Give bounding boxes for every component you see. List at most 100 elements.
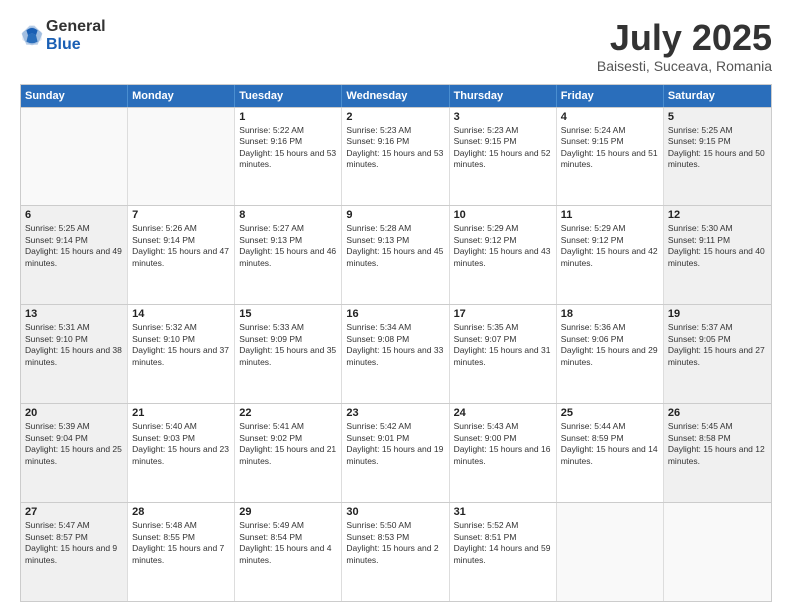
table-row: 4 Sunrise: 5:24 AM Sunset: 9:15 PM Daylig… (557, 108, 664, 206)
table-row: 28 Sunrise: 5:48 AM Sunset: 8:55 PM Dayli… (128, 503, 235, 601)
day-number: 16 (346, 308, 444, 320)
header-day-monday: Monday (128, 85, 235, 107)
table-row: 18 Sunrise: 5:36 AM Sunset: 9:06 PM Dayli… (557, 305, 664, 403)
day-number: 27 (25, 506, 123, 518)
calendar-week-1: 1 Sunrise: 5:22 AM Sunset: 9:16 PM Daylig… (21, 107, 771, 206)
cell-sun-info: Sunrise: 5:31 AM Sunset: 9:10 PM Dayligh… (25, 322, 123, 368)
cell-sun-info: Sunrise: 5:52 AM Sunset: 8:51 PM Dayligh… (454, 520, 552, 566)
cell-sun-info: Sunrise: 5:29 AM Sunset: 9:12 PM Dayligh… (561, 223, 659, 269)
cell-sun-info: Sunrise: 5:42 AM Sunset: 9:01 PM Dayligh… (346, 421, 444, 467)
table-row: 22 Sunrise: 5:41 AM Sunset: 9:02 PM Dayli… (235, 404, 342, 502)
logo-general: General (46, 18, 106, 36)
table-row: 31 Sunrise: 5:52 AM Sunset: 8:51 PM Dayli… (450, 503, 557, 601)
table-row (21, 108, 128, 206)
cell-sun-info: Sunrise: 5:48 AM Sunset: 8:55 PM Dayligh… (132, 520, 230, 566)
table-row: 26 Sunrise: 5:45 AM Sunset: 8:58 PM Dayli… (664, 404, 771, 502)
calendar-week-5: 27Sunrise: 5:47 AM Sunset: 8:57 PM Dayli… (21, 502, 771, 601)
table-row: 16Sunrise: 5:34 AM Sunset: 9:08 PM Dayli… (342, 305, 449, 403)
table-row: 20 Sunrise: 5:39 AM Sunset: 9:04 PM Dayli… (21, 404, 128, 502)
table-row: 14 Sunrise: 5:32 AM Sunset: 9:10 PM Dayli… (128, 305, 235, 403)
table-row: 9 Sunrise: 5:28 AM Sunset: 9:13 PM Daylig… (342, 206, 449, 304)
day-number: 15 (239, 308, 337, 320)
cell-sun-info: Sunrise: 5:45 AM Sunset: 8:58 PM Dayligh… (668, 421, 767, 467)
header-day-saturday: Saturday (664, 85, 771, 107)
day-number: 21 (132, 407, 230, 419)
cell-sun-info: Sunrise: 5:35 AM Sunset: 9:07 PM Dayligh… (454, 322, 552, 368)
day-number: 28 (132, 506, 230, 518)
table-row: 30Sunrise: 5:50 AM Sunset: 8:53 PM Dayli… (342, 503, 449, 601)
cell-sun-info: Sunrise: 5:39 AM Sunset: 9:04 PM Dayligh… (25, 421, 123, 467)
cell-sun-info: Sunrise: 5:44 AM Sunset: 8:59 PM Dayligh… (561, 421, 659, 467)
table-row: 1 Sunrise: 5:22 AM Sunset: 9:16 PM Daylig… (235, 108, 342, 206)
day-number: 19 (668, 308, 767, 320)
table-row: 3 Sunrise: 5:23 AM Sunset: 9:15 PM Daylig… (450, 108, 557, 206)
calendar-week-2: 6Sunrise: 5:25 AM Sunset: 9:14 PM Daylig… (21, 205, 771, 304)
title-block: July 2025 Baisesti, Suceava, Romania (597, 18, 772, 74)
table-row: 19 Sunrise: 5:37 AM Sunset: 9:05 PM Dayli… (664, 305, 771, 403)
cell-sun-info: Sunrise: 5:27 AM Sunset: 9:13 PM Dayligh… (239, 223, 337, 269)
month-title: July 2025 (597, 18, 772, 58)
cell-sun-info: Sunrise: 5:30 AM Sunset: 9:11 PM Dayligh… (668, 223, 767, 269)
cell-sun-info: Sunrise: 5:43 AM Sunset: 9:00 PM Dayligh… (454, 421, 552, 467)
table-row (557, 503, 664, 601)
day-number: 1 (239, 111, 337, 123)
cell-sun-info: Sunrise: 5:50 AM Sunset: 8:53 PM Dayligh… (346, 520, 444, 566)
cell-sun-info: Sunrise: 5:22 AM Sunset: 9:16 PM Dayligh… (239, 125, 337, 171)
header-day-tuesday: Tuesday (235, 85, 342, 107)
cell-sun-info: Sunrise: 5:32 AM Sunset: 9:10 PM Dayligh… (132, 322, 230, 368)
table-row: 5Sunrise: 5:25 AM Sunset: 9:15 PM Daylig… (664, 108, 771, 206)
calendar-header: SundayMondayTuesdayWednesdayThursdayFrid… (21, 85, 771, 107)
table-row: 23 Sunrise: 5:42 AM Sunset: 9:01 PM Dayli… (342, 404, 449, 502)
table-row: 27Sunrise: 5:47 AM Sunset: 8:57 PM Dayli… (21, 503, 128, 601)
cell-sun-info: Sunrise: 5:49 AM Sunset: 8:54 PM Dayligh… (239, 520, 337, 566)
table-row: 12Sunrise: 5:30 AM Sunset: 9:11 PM Dayli… (664, 206, 771, 304)
day-number: 7 (132, 209, 230, 221)
page: General Blue July 2025 Baisesti, Suceava… (0, 0, 792, 612)
day-number: 9 (346, 209, 444, 221)
day-number: 26 (668, 407, 767, 419)
table-row (128, 108, 235, 206)
table-row: 7 Sunrise: 5:26 AM Sunset: 9:14 PM Daylig… (128, 206, 235, 304)
day-number: 5 (668, 111, 767, 123)
cell-sun-info: Sunrise: 5:40 AM Sunset: 9:03 PM Dayligh… (132, 421, 230, 467)
day-number: 3 (454, 111, 552, 123)
cell-sun-info: Sunrise: 5:33 AM Sunset: 9:09 PM Dayligh… (239, 322, 337, 368)
day-number: 23 (346, 407, 444, 419)
table-row: 25 Sunrise: 5:44 AM Sunset: 8:59 PM Dayli… (557, 404, 664, 502)
table-row: 2 Sunrise: 5:23 AM Sunset: 9:16 PM Daylig… (342, 108, 449, 206)
day-number: 10 (454, 209, 552, 221)
day-number: 20 (25, 407, 123, 419)
header-day-friday: Friday (557, 85, 664, 107)
logo: General Blue (20, 18, 106, 53)
cell-sun-info: Sunrise: 5:36 AM Sunset: 9:06 PM Dayligh… (561, 322, 659, 368)
header-day-thursday: Thursday (450, 85, 557, 107)
calendar-week-3: 13 Sunrise: 5:31 AM Sunset: 9:10 PM Dayli… (21, 304, 771, 403)
day-number: 29 (239, 506, 337, 518)
cell-sun-info: Sunrise: 5:41 AM Sunset: 9:02 PM Dayligh… (239, 421, 337, 467)
cell-sun-info: Sunrise: 5:37 AM Sunset: 9:05 PM Dayligh… (668, 322, 767, 368)
day-number: 14 (132, 308, 230, 320)
day-number: 18 (561, 308, 659, 320)
cell-sun-info: Sunrise: 5:23 AM Sunset: 9:16 PM Dayligh… (346, 125, 444, 171)
day-number: 4 (561, 111, 659, 123)
table-row: 24Sunrise: 5:43 AM Sunset: 9:00 PM Dayli… (450, 404, 557, 502)
logo-text: General Blue (46, 18, 106, 53)
logo-blue: Blue (46, 36, 106, 54)
table-row: 11 Sunrise: 5:29 AM Sunset: 9:12 PM Dayli… (557, 206, 664, 304)
cell-sun-info: Sunrise: 5:24 AM Sunset: 9:15 PM Dayligh… (561, 125, 659, 171)
day-number: 31 (454, 506, 552, 518)
table-row: 6Sunrise: 5:25 AM Sunset: 9:14 PM Daylig… (21, 206, 128, 304)
table-row (664, 503, 771, 601)
cell-sun-info: Sunrise: 5:28 AM Sunset: 9:13 PM Dayligh… (346, 223, 444, 269)
day-number: 2 (346, 111, 444, 123)
header: General Blue July 2025 Baisesti, Suceava… (20, 18, 772, 74)
day-number: 22 (239, 407, 337, 419)
cell-sun-info: Sunrise: 5:29 AM Sunset: 9:12 PM Dayligh… (454, 223, 552, 269)
table-row: 15 Sunrise: 5:33 AM Sunset: 9:09 PM Dayli… (235, 305, 342, 403)
cell-sun-info: Sunrise: 5:26 AM Sunset: 9:14 PM Dayligh… (132, 223, 230, 269)
table-row: 10 Sunrise: 5:29 AM Sunset: 9:12 PM Dayli… (450, 206, 557, 304)
day-number: 13 (25, 308, 123, 320)
cell-sun-info: Sunrise: 5:23 AM Sunset: 9:15 PM Dayligh… (454, 125, 552, 171)
day-number: 25 (561, 407, 659, 419)
day-number: 11 (561, 209, 659, 221)
